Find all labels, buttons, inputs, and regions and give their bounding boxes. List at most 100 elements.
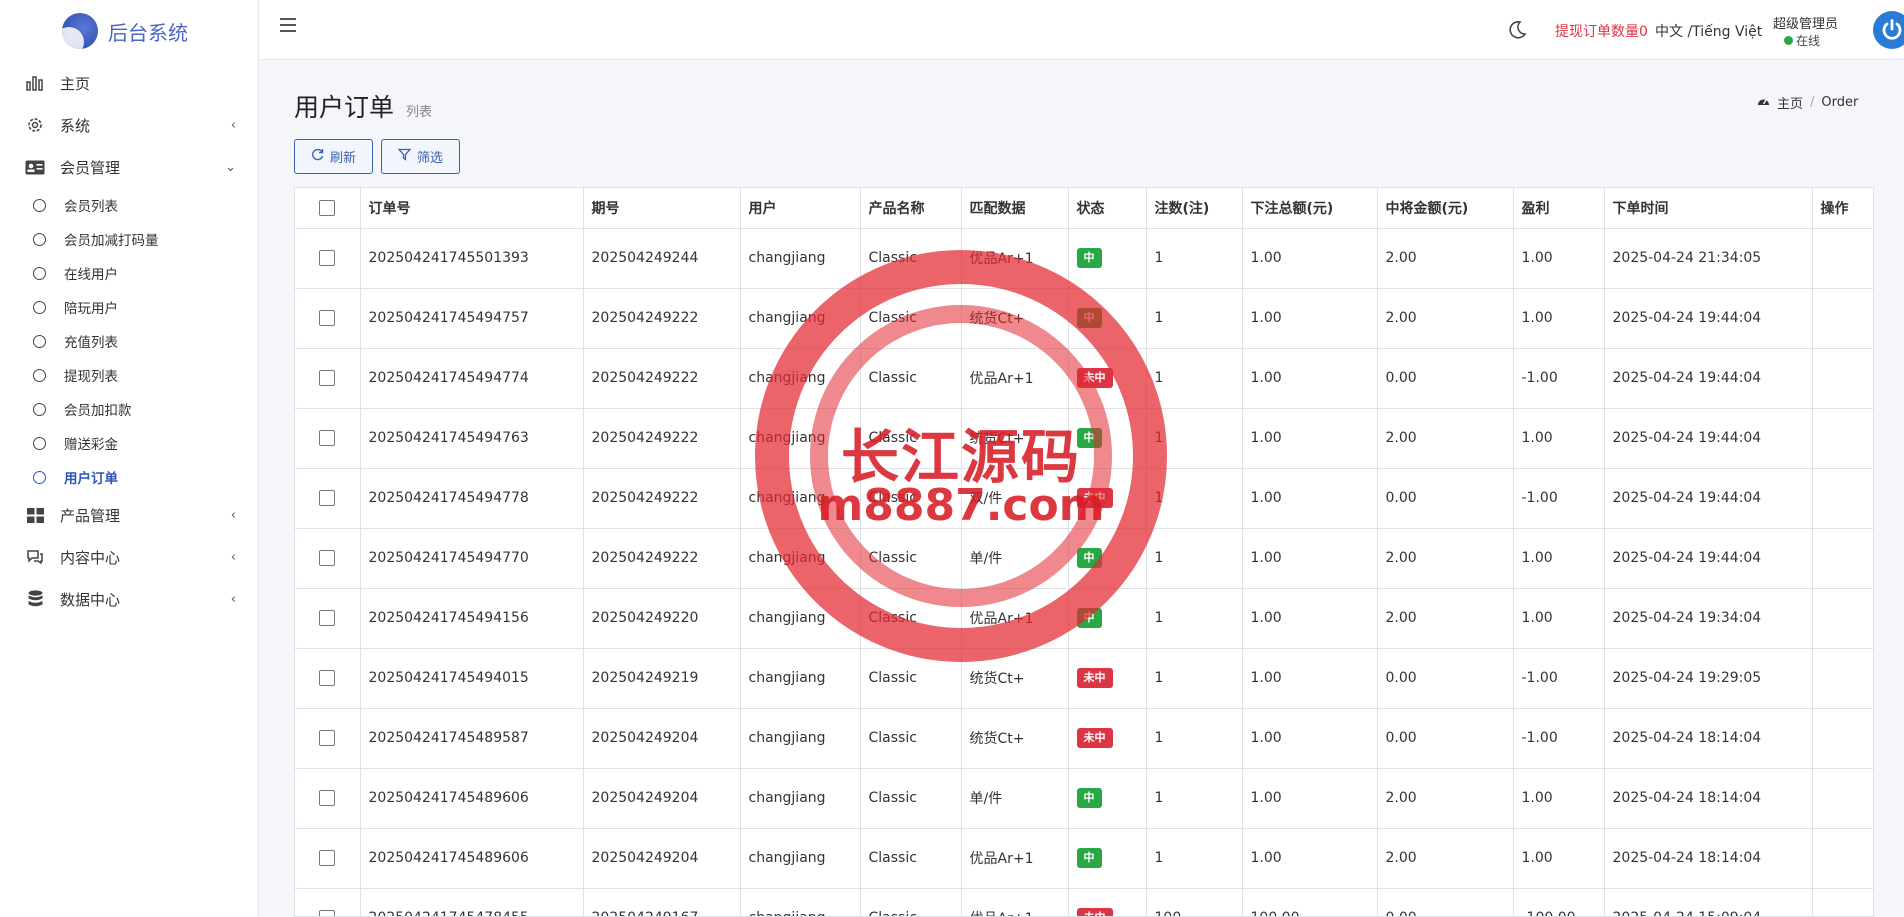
table-cell: 202504249220 [583, 588, 741, 649]
submenu-item-recharge-list[interactable]: 充值列表 [0, 324, 258, 358]
table-cell: 2.00 [1377, 288, 1514, 349]
table-cell: changjiang [740, 768, 861, 829]
page-header: 用户订单 列表 [294, 88, 432, 124]
table-row[interactable]: 202504241745494763 202504249222 changjiang… [295, 408, 1873, 469]
table-cell: Classic [860, 588, 962, 649]
submenu-item-balance-adjust[interactable]: 会员加扣款 [0, 392, 258, 426]
filter-button[interactable]: 筛选 [381, 139, 461, 174]
submenu-item-member-list[interactable]: 会员列表 [0, 188, 258, 222]
table-cell: 1.00 [1513, 228, 1605, 289]
sidebar-item-label: 产品管理 [60, 506, 121, 525]
submenu-item-online-users[interactable]: 在线用户 [0, 256, 258, 290]
brand[interactable]: 后台系统 [0, 0, 258, 62]
column-header[interactable]: 下注总额(元) [1242, 188, 1378, 229]
submenu-label: 充值列表 [64, 335, 118, 351]
sidebar-item-data[interactable]: 数据中心 ‹ [0, 578, 258, 620]
submenu-label: 用户订单 [64, 471, 118, 487]
row-checkbox[interactable] [319, 670, 336, 686]
table-cell: changjiang [740, 408, 861, 469]
brand-name: 后台系统 [108, 20, 188, 45]
column-header[interactable]: 期号 [583, 188, 741, 229]
orders-table: 订单号 期号 用户 产品名称 匹配数据 状态 注数(注) 下注总额(元) 中将金… [294, 187, 1874, 917]
table-row[interactable]: 202504241745494770 202504249222 changjiang… [295, 528, 1873, 589]
table-cell: 2.00 [1377, 228, 1514, 289]
row-checkbox[interactable] [319, 730, 336, 746]
table-row[interactable]: 202504241745478455202504249167changjiang… [295, 888, 1873, 916]
table-cell: 202504249222 [583, 408, 741, 469]
row-checkbox[interactable] [319, 850, 336, 866]
row-checkbox[interactable] [319, 310, 336, 326]
table-cell: 单/件 [961, 528, 1069, 589]
column-header[interactable]: 匹配数据 [961, 188, 1069, 229]
row-checkbox[interactable] [319, 490, 336, 506]
table-cell: 1 [1146, 648, 1243, 709]
withdraw-order-count[interactable]: 提现订单数量0 [1555, 21, 1648, 41]
user-role[interactable]: 超级管理员 [1773, 13, 1838, 32]
table-cell: 2.00 [1377, 408, 1514, 469]
power-icon[interactable] [1873, 11, 1904, 49]
moon-icon[interactable] [1507, 20, 1529, 42]
table-cell: 2.00 [1377, 828, 1514, 889]
sidebar-item-home[interactable]: 主页 [0, 62, 258, 104]
table-row[interactable]: 202504241745494015 202504249219 changjiang… [295, 648, 1873, 709]
sidebar-item-system[interactable]: 系统 ‹ [0, 104, 258, 146]
sidebar-item-products[interactable]: 产品管理 ‹ [0, 494, 258, 536]
table-cell: 中 [1068, 768, 1147, 829]
actions-cell [1812, 468, 1873, 529]
table-row[interactable]: 202504241745494774 202504249222 changjiang… [295, 348, 1873, 409]
filter-label: 筛选 [417, 151, 444, 166]
row-checkbox[interactable] [319, 910, 336, 916]
table-cell: 1.00 [1513, 288, 1605, 349]
table-cell: changjiang [740, 828, 861, 889]
refresh-button[interactable]: 刷新 [294, 139, 374, 174]
column-header[interactable]: 状态 [1068, 188, 1147, 229]
row-checkbox[interactable] [319, 790, 336, 806]
submenu-item-user-orders[interactable]: 用户订单 [0, 460, 258, 494]
column-header[interactable]: 产品名称 [860, 188, 962, 229]
member-submenu: 会员列表 会员加减打码量 在线用户 陪玩用户 充值列表 提现列表 会员加扣款 赠… [0, 188, 258, 494]
submenu-item-betting-volume[interactable]: 会员加减打码量 [0, 222, 258, 256]
table-row[interactable]: 202504241745494778 202504249222 changjiang… [295, 468, 1873, 529]
table-row[interactable]: 202504241745489606 202504249204 changjiang… [295, 768, 1873, 829]
table-row[interactable]: 202504241745501393 202504249244 changjiang… [295, 228, 1873, 289]
submenu-item-withdraw-list[interactable]: 提现列表 [0, 358, 258, 392]
actions-cell [1812, 228, 1873, 289]
select-all-checkbox[interactable] [319, 199, 336, 216]
column-header[interactable]: 注数(注) [1146, 188, 1243, 229]
table-cell: -1.00 [1513, 648, 1605, 709]
menu-toggle-icon[interactable] [280, 18, 296, 32]
sidebar: 后台系统 主页 系统 ‹ 会员管理 ⌄ 会员列表 会员加减打码量 在线用户 陪玩… [0, 0, 259, 917]
column-header[interactable]: 下单时间 [1604, 188, 1813, 229]
column-header[interactable]: 中将金额(元) [1377, 188, 1514, 229]
column-header[interactable]: 盈利 [1513, 188, 1605, 229]
table-row[interactable]: 202504241745494156 202504249220 changjiang… [295, 588, 1873, 649]
submenu-item-bonus[interactable]: 赠送彩金 [0, 426, 258, 460]
sidebar-item-members[interactable]: 会员管理 ⌄ [0, 146, 258, 188]
table-cell: 优品Ar+1 [961, 828, 1069, 889]
submenu-item-companion-users[interactable]: 陪玩用户 [0, 290, 258, 324]
row-checkbox[interactable] [319, 610, 336, 626]
table-cell: 202504241745489606 [360, 768, 584, 829]
row-checkbox[interactable] [319, 430, 336, 446]
table-row[interactable]: 202504241745494757 202504249222 changjiang… [295, 288, 1873, 349]
table-cell: 统货Ct+ [961, 408, 1069, 469]
actions-cell [1812, 888, 1873, 916]
column-header[interactable]: 用户 [740, 188, 861, 229]
sidebar-item-content[interactable]: 内容中心 ‹ [0, 536, 258, 578]
status-badge: 中 [1076, 428, 1102, 448]
row-checkbox[interactable] [319, 250, 336, 266]
chevron-down-icon: ⌄ [225, 159, 236, 175]
table-cell: 202504249204 [583, 708, 741, 769]
language-switcher[interactable]: 中文 /Tiếng Việt [1655, 21, 1762, 41]
table-cell: -100.00 [1513, 888, 1605, 916]
table-cell: 2.00 [1377, 768, 1514, 829]
table-cell: changjiang [740, 528, 861, 589]
table-cell: changjiang [740, 648, 861, 709]
row-checkbox[interactable] [319, 370, 336, 386]
table-row[interactable]: 202504241745489606 202504249204 changjiang… [295, 828, 1873, 889]
breadcrumb-home[interactable]: 主页 [1777, 93, 1803, 112]
row-checkbox[interactable] [319, 550, 336, 566]
user-status: 在线 [1784, 32, 1820, 49]
table-row[interactable]: 202504241745489587 202504249204 changjiang… [295, 708, 1873, 769]
column-header[interactable]: 订单号 [360, 188, 584, 229]
